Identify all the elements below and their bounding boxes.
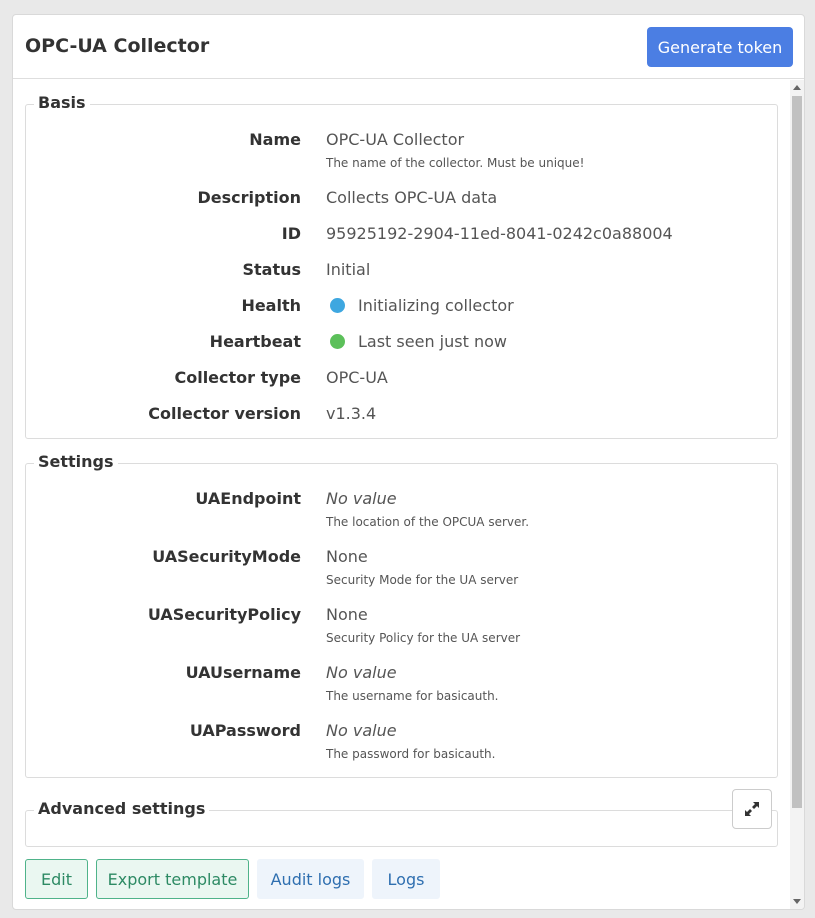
heartbeat-status-dot-icon: [330, 334, 345, 349]
collector-version-value: v1.3.4: [326, 404, 377, 423]
status-label: Status: [242, 260, 301, 279]
heartbeat-label: Heartbeat: [209, 332, 301, 351]
collector-type-label: Collector type: [174, 368, 301, 387]
logs-button[interactable]: Logs: [372, 859, 440, 899]
page-title: OPC-UA Collector: [25, 35, 210, 57]
expand-advanced-settings-button[interactable]: [732, 789, 772, 829]
content-scroll-area: Basis Name OPC-UA Collector The name of …: [13, 80, 804, 909]
name-label: Name: [249, 130, 301, 149]
ua-security-mode-hint: Security Mode for the UA server: [326, 573, 519, 587]
id-value: 95925192-2904-11ed-8041-0242c0a88004: [326, 224, 673, 243]
scroll-down-arrow-icon[interactable]: [793, 899, 801, 904]
collector-version-label: Collector version: [148, 404, 301, 423]
collector-type-value: OPC-UA: [326, 368, 388, 387]
ua-username-value: No value: [326, 663, 397, 682]
advanced-settings-legend[interactable]: Advanced settings: [34, 799, 210, 818]
name-value: OPC-UA Collector: [326, 130, 465, 149]
scrollbar-thumb[interactable]: [792, 96, 802, 808]
ua-endpoint-label: UAEndpoint: [195, 489, 301, 508]
ua-security-policy-label: UASecurityPolicy: [147, 605, 301, 624]
expand-icon: [745, 802, 759, 816]
health-value: Initializing collector: [358, 296, 514, 315]
ua-security-mode-label: UASecurityMode: [152, 547, 301, 566]
heartbeat-value: Last seen just now: [358, 332, 507, 351]
generate-token-button[interactable]: Generate token: [647, 27, 793, 67]
vertical-scrollbar[interactable]: [790, 80, 804, 909]
settings-section: Settings UAEndpoint No value The locatio…: [25, 452, 778, 778]
description-label: Description: [197, 188, 301, 207]
ua-security-policy-hint: Security Policy for the UA server: [326, 631, 521, 645]
ua-security-policy-value: None: [326, 605, 368, 624]
scroll-up-arrow-icon[interactable]: [793, 85, 801, 90]
id-label: ID: [281, 224, 301, 243]
collector-card: OPC-UA Collector Generate token Basis Na…: [12, 14, 805, 910]
audit-logs-button[interactable]: Audit logs: [257, 859, 364, 899]
ua-endpoint-value: No value: [326, 489, 397, 508]
health-status-dot-icon: [330, 298, 345, 313]
ua-username-hint: The username for basicauth.: [326, 689, 499, 703]
description-value: Collects OPC-UA data: [326, 188, 498, 207]
basis-legend: Basis: [34, 93, 90, 112]
ua-security-mode-value: None: [326, 547, 368, 566]
basis-section: Basis Name OPC-UA Collector The name of …: [25, 93, 778, 439]
settings-legend: Settings: [34, 452, 118, 471]
health-label: Health: [241, 296, 301, 315]
ua-password-label: UAPassword: [189, 721, 301, 740]
status-value: Initial: [326, 260, 371, 279]
name-hint: The name of the collector. Must be uniqu…: [326, 156, 585, 170]
ua-password-hint: The password for basicauth.: [326, 747, 496, 761]
export-template-button[interactable]: Export template: [96, 859, 249, 899]
ua-username-label: UAUsername: [185, 663, 301, 682]
card-header: OPC-UA Collector Generate token: [13, 15, 804, 79]
ua-endpoint-hint: The location of the OPCUA server.: [326, 515, 530, 529]
ua-password-value: No value: [326, 721, 397, 740]
edit-button[interactable]: Edit: [25, 859, 88, 899]
advanced-settings-section: Advanced settings: [25, 799, 778, 847]
